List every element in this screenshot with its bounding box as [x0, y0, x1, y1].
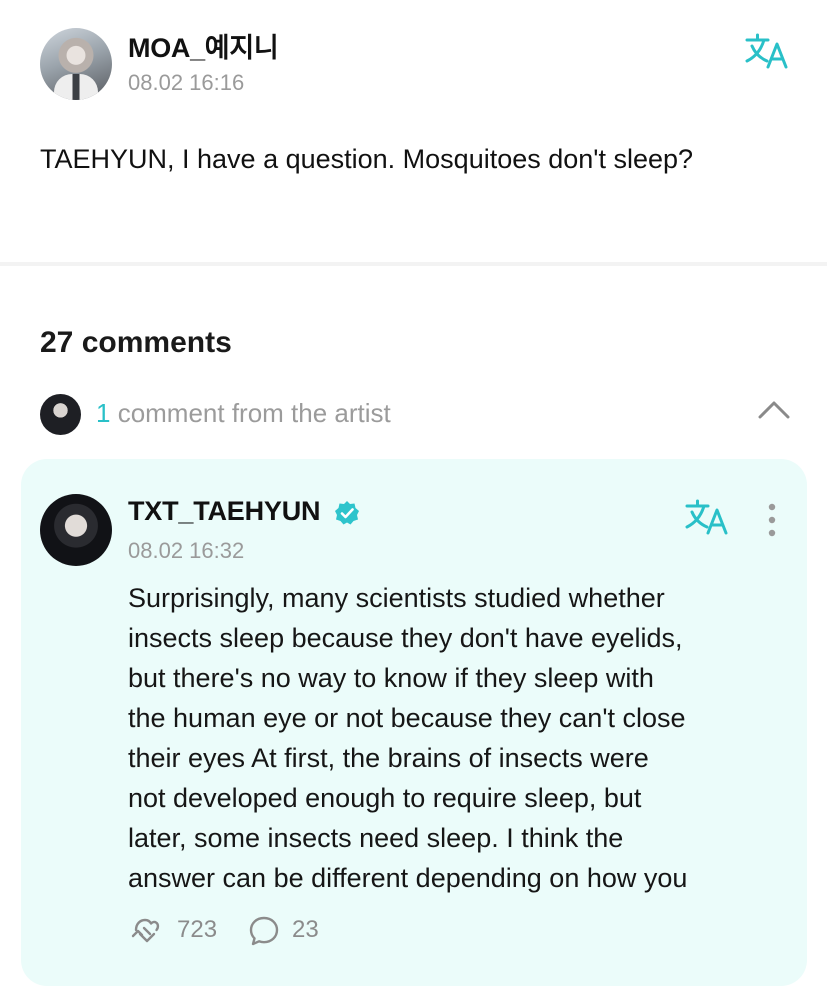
verified-badge-icon: [335, 501, 359, 525]
artist-name[interactable]: TXT_TAEHYUN: [128, 496, 321, 527]
like-count: 723: [177, 916, 218, 943]
artist-avatar[interactable]: [40, 494, 112, 566]
translate-icon[interactable]: [744, 32, 790, 70]
speech-bubble-icon[interactable]: [248, 915, 280, 947]
artist-mini-avatar: [40, 394, 81, 435]
comments-count: 27 comments: [40, 326, 232, 359]
reply-count: 23: [292, 916, 319, 943]
post-timestamp: 08.02 16:16: [128, 70, 245, 95]
post-author-name[interactable]: MOA_예지니: [128, 26, 279, 65]
post-author-avatar[interactable]: [40, 28, 112, 100]
chevron-up-icon[interactable]: [757, 398, 791, 422]
artist-comment-toggle[interactable]: 1 comment from the artist: [96, 398, 391, 429]
more-vertical-icon[interactable]: [765, 502, 779, 538]
artist-comment-body: Surprisingly, many scientists studied wh…: [128, 583, 688, 893]
artist-comment-timestamp: 08.02 16:32: [128, 538, 245, 563]
section-divider: [0, 262, 827, 266]
like-icon[interactable]: [130, 914, 164, 948]
artist-comment-label: comment from the artist: [110, 398, 391, 428]
artist-comment-count: 1: [96, 398, 111, 428]
translate-icon[interactable]: [684, 498, 730, 536]
post-body: TAEHYUN, I have a question. Mosquitoes d…: [40, 144, 694, 174]
